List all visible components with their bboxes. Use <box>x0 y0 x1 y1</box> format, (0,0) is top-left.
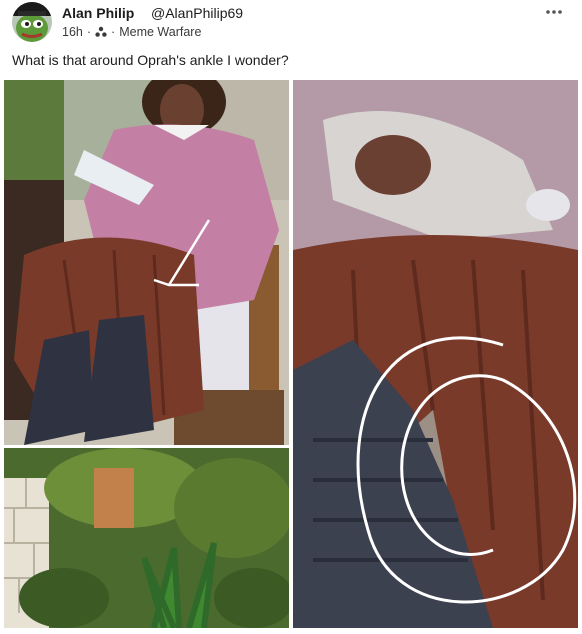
image-ankle-closeup[interactable] <box>293 80 578 628</box>
author-name[interactable]: Alan Philip <box>62 5 134 21</box>
post-meta: 16h · · Meme Warfare <box>62 25 201 39</box>
meta-separator: · <box>86 25 92 39</box>
post-media[interactable] <box>0 80 582 628</box>
image-oprah-seated[interactable] <box>4 80 289 445</box>
more-options-button[interactable] <box>540 2 568 22</box>
community-name[interactable]: Meme Warfare <box>119 25 201 39</box>
post-header: Alan Philip @AlanPhilip69 16h · · Meme W… <box>0 0 582 48</box>
meta-separator-2: · <box>111 25 116 39</box>
more-horizontal-icon <box>546 10 562 14</box>
post-text: What is that around Oprah's ankle I wond… <box>12 52 289 68</box>
post-time: 16h <box>62 25 83 39</box>
community-icon <box>95 26 107 38</box>
author-handle[interactable]: @AlanPhilip69 <box>151 5 243 21</box>
avatar[interactable] <box>12 2 52 42</box>
image-garden[interactable] <box>4 448 289 628</box>
